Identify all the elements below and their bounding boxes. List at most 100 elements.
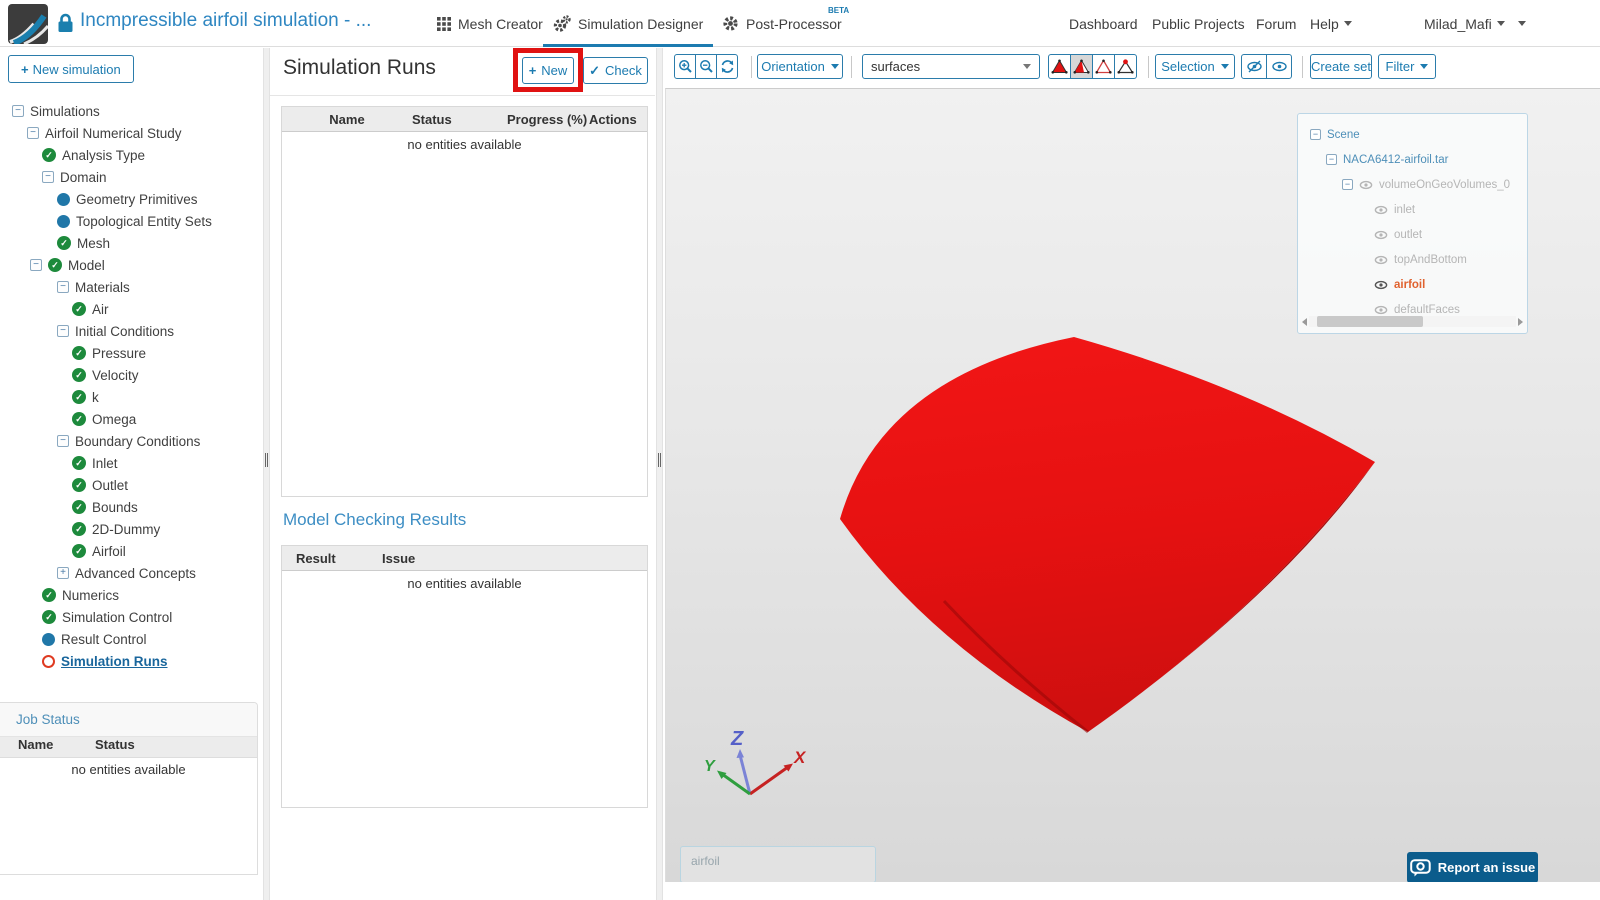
tree-item-result-control[interactable]: Result Control: [0, 628, 263, 650]
collapse-icon[interactable]: −: [57, 281, 69, 293]
tab-post-processor[interactable]: Post-Processor: [722, 0, 842, 47]
top-header: Incmpressible airfoil simulation - ... M…: [0, 0, 1600, 47]
scene-item-inlet[interactable]: inlet: [1298, 197, 1527, 222]
surfaces-select[interactable]: surfaces: [862, 54, 1040, 79]
tree-item-k[interactable]: ✓ k: [0, 386, 263, 408]
tab-label: Post-Processor: [746, 15, 842, 32]
tree-item-mesh[interactable]: ✓ Mesh: [0, 232, 263, 254]
scene-horizontal-scrollbar[interactable]: [1302, 315, 1523, 328]
tree-item-velocity[interactable]: ✓ Velocity: [0, 364, 263, 386]
check-circle-icon: ✓: [57, 236, 71, 250]
collapse-icon[interactable]: −: [57, 435, 69, 447]
collapse-icon[interactable]: −: [30, 259, 42, 271]
eye-icon[interactable]: [1374, 305, 1388, 315]
eye-icon[interactable]: [1374, 280, 1388, 290]
tree-item-air[interactable]: ✓ Air: [0, 298, 263, 320]
tree-item-airfoil-numerical-study[interactable]: − Airfoil Numerical Study: [0, 122, 263, 144]
report-issue-button[interactable]: Report an issue: [1407, 852, 1538, 882]
scene-item-topandbottom[interactable]: topAndBottom: [1298, 247, 1527, 272]
eye-off-icon: [1246, 60, 1262, 73]
collapse-icon[interactable]: −: [12, 105, 24, 117]
zoom-out-button[interactable]: [695, 54, 717, 79]
view-surfaces-wireframe-button[interactable]: [1070, 54, 1093, 79]
view-solid-button[interactable]: [1048, 54, 1071, 79]
tree-item-inlet[interactable]: ✓ Inlet: [0, 452, 263, 474]
tree-item-simulations[interactable]: − Simulations: [0, 100, 263, 122]
viewport-splitter[interactable]: [656, 48, 663, 900]
refresh-view-button[interactable]: [716, 54, 738, 79]
tree-item-analysis-type[interactable]: ✓ Analysis Type: [0, 144, 263, 166]
tab-simulation-designer[interactable]: Simulation Designer: [552, 0, 703, 47]
tree-item-materials[interactable]: − Materials: [0, 276, 263, 298]
user-menu[interactable]: Milad_Mafi: [1424, 0, 1505, 47]
check-circle-icon: ✓: [72, 390, 86, 404]
tree-item-simulation-control[interactable]: ✓ Simulation Control: [0, 606, 263, 628]
account-menu-caret[interactable]: [1518, 0, 1526, 47]
chevron-down-icon: [1023, 64, 1031, 69]
view-points-button[interactable]: [1114, 54, 1137, 79]
tree-item-domain[interactable]: − Domain: [0, 166, 263, 188]
collapse-icon[interactable]: −: [57, 325, 69, 337]
viewport-3d-canvas[interactable]: − Scene − NACA6412-airfoil.tar − volumeOnGe…: [665, 88, 1600, 882]
nav-dashboard[interactable]: Dashboard: [1069, 0, 1138, 47]
scroll-left-arrow-icon[interactable]: [1302, 317, 1307, 326]
tree-item-airfoil[interactable]: ✓ Airfoil: [0, 540, 263, 562]
job-status-title: Job Status: [0, 703, 257, 737]
scene-item-scene[interactable]: − Scene: [1298, 122, 1527, 147]
tree-item-2d-dummy[interactable]: ✓ 2D-Dummy: [0, 518, 263, 540]
tab-mesh-creator[interactable]: Mesh Creator: [437, 0, 543, 47]
check-circle-icon: ✓: [72, 368, 86, 382]
chevron-down-icon: [1343, 21, 1352, 26]
new-simulation-button[interactable]: + New simulation: [8, 55, 134, 83]
tree-item-outlet[interactable]: ✓ Outlet: [0, 474, 263, 496]
panel-title: Simulation Runs: [283, 56, 436, 79]
collapse-icon[interactable]: −: [1310, 129, 1321, 140]
scene-item-airfoil[interactable]: airfoil: [1298, 272, 1527, 297]
tree-item-initial-conditions[interactable]: − Initial Conditions: [0, 320, 263, 342]
filter-dropdown[interactable]: Filter: [1378, 54, 1436, 79]
scene-item-outlet[interactable]: outlet: [1298, 222, 1527, 247]
tree-item-boundary-conditions[interactable]: − Boundary Conditions: [0, 430, 263, 452]
eye-icon[interactable]: [1359, 180, 1373, 190]
tree-item-simulation-runs[interactable]: Simulation Runs: [0, 650, 263, 672]
scene-item-volume[interactable]: − volumeOnGeoVolumes_0: [1298, 172, 1527, 197]
expand-icon[interactable]: +: [57, 567, 69, 579]
hide-selected-button[interactable]: [1241, 54, 1267, 79]
eye-icon[interactable]: [1374, 230, 1388, 240]
collapse-icon[interactable]: −: [42, 171, 54, 183]
splitter-grip: [265, 453, 268, 467]
tree-item-pressure[interactable]: ✓ Pressure: [0, 342, 263, 364]
nav-forum[interactable]: Forum: [1256, 0, 1296, 47]
selection-dropdown[interactable]: Selection: [1155, 54, 1235, 79]
tree-item-model[interactable]: − ✓ Model: [0, 254, 263, 276]
nav-help-menu[interactable]: Help: [1310, 0, 1352, 47]
column-header-name: Name: [18, 737, 54, 752]
tree-item-bounds[interactable]: ✓ Bounds: [0, 496, 263, 518]
tree-item-numerics[interactable]: ✓ Numerics: [0, 584, 263, 606]
annotation-text-input[interactable]: airfoil: [680, 846, 876, 882]
tree-item-topological-entity-sets[interactable]: Topological Entity Sets: [0, 210, 263, 232]
orientation-dropdown[interactable]: Orientation: [757, 54, 843, 79]
collapse-icon[interactable]: −: [27, 127, 39, 139]
zoom-in-button[interactable]: [674, 54, 696, 79]
eye-icon[interactable]: [1374, 255, 1388, 265]
show-all-button[interactable]: [1266, 54, 1292, 79]
scroll-right-arrow-icon[interactable]: [1518, 317, 1523, 326]
simulation-tree: − Simulations − Airfoil Numerical Study ✓ A…: [0, 100, 263, 672]
scene-item-geometry-file[interactable]: − NACA6412-airfoil.tar: [1298, 147, 1527, 172]
collapse-icon[interactable]: −: [1326, 154, 1337, 165]
sidebar-splitter[interactable]: [263, 48, 270, 900]
create-set-button[interactable]: Create set: [1310, 54, 1372, 79]
tree-item-geometry-primitives[interactable]: Geometry Primitives: [0, 188, 263, 210]
collapse-icon[interactable]: −: [1342, 179, 1353, 190]
simulation-runs-panel: Simulation Runs + New ✓ Check Name Statu…: [270, 48, 655, 900]
check-button[interactable]: ✓ Check: [583, 57, 648, 84]
eye-icon[interactable]: [1374, 205, 1388, 215]
tree-item-omega[interactable]: ✓ Omega: [0, 408, 263, 430]
view-wireframe-button[interactable]: [1092, 54, 1115, 79]
scrollbar-thumb[interactable]: [1317, 316, 1423, 327]
new-run-button[interactable]: + New: [522, 57, 574, 84]
tree-item-advanced-concepts[interactable]: + Advanced Concepts: [0, 562, 263, 584]
scene-tree-panel: − Scene − NACA6412-airfoil.tar − volumeOnGe…: [1297, 113, 1528, 334]
nav-public-projects[interactable]: Public Projects: [1152, 0, 1245, 47]
